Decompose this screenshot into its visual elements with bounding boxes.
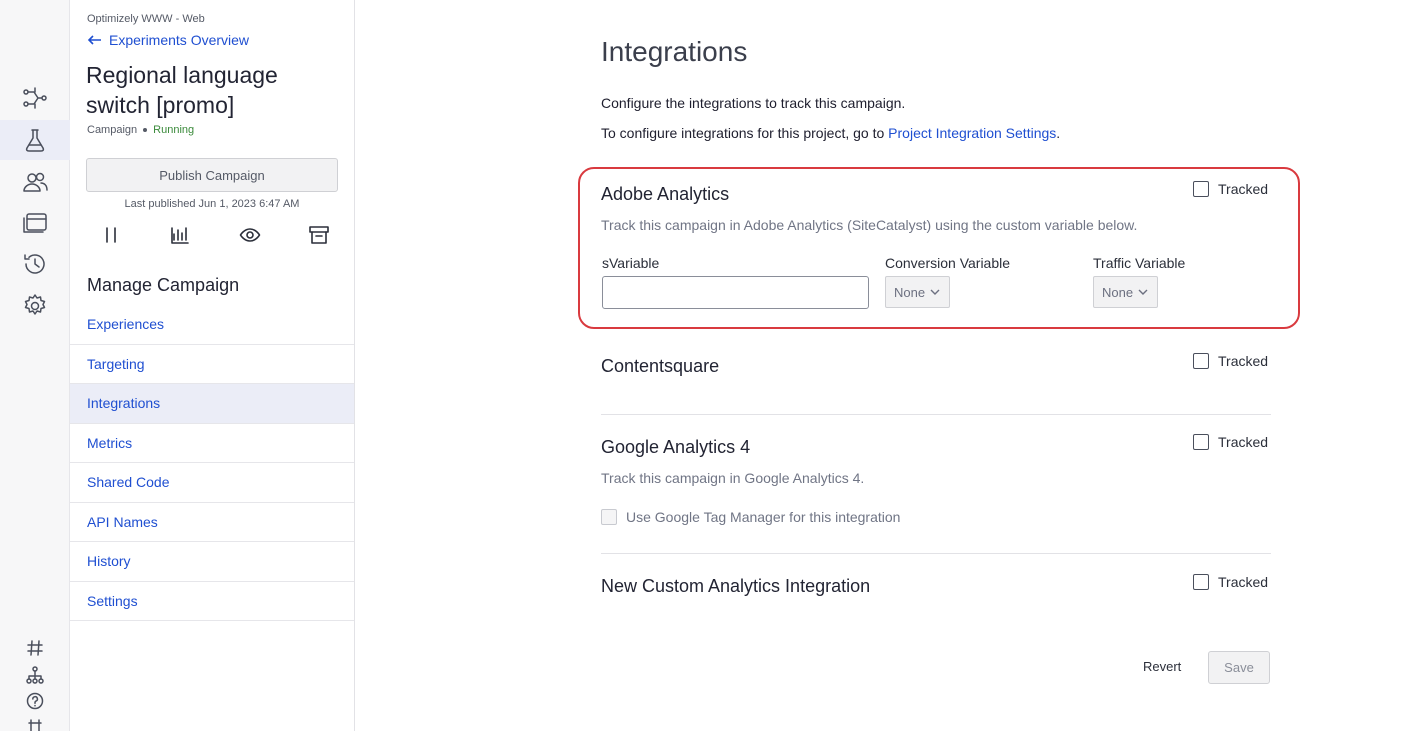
integration-description-adobe: Track this campaign in Adobe Analytics (… (601, 217, 1138, 233)
tracked-checkbox-ga4[interactable]: Tracked (1193, 434, 1268, 450)
tracked-label: Tracked (1218, 353, 1269, 369)
tracked-checkbox-adobe[interactable]: Tracked (1193, 181, 1268, 197)
pause-icon (106, 227, 116, 243)
nav-item-metrics[interactable]: Metrics (70, 424, 354, 463)
publish-campaign-button[interactable]: Publish Campaign (86, 158, 338, 192)
project-settings-prefix: To configure integrations for this proje… (601, 125, 885, 141)
settings-icon[interactable] (0, 286, 70, 326)
project-settings-text: To configure integrations for this proje… (601, 125, 1060, 141)
traffic-variable-label: Traffic Variable (1093, 255, 1186, 271)
icon-rail (0, 0, 70, 731)
intro-text: Configure the integrations to track this… (601, 95, 906, 111)
integration-title-contentsquare: Contentsquare (601, 356, 720, 376)
nav-item-experiences[interactable]: Experiences (70, 305, 354, 345)
chevron-down-icon (930, 289, 940, 295)
integration-title-custom: New Custom Analytics Integration (601, 576, 871, 596)
conversion-variable-value: None (894, 284, 926, 300)
checkbox[interactable] (1193, 181, 1209, 197)
conversion-variable-label: Conversion Variable (885, 255, 1011, 271)
nav-item-integrations[interactable]: Integrations (70, 384, 354, 424)
integration-title-adobe: Adobe Analytics (601, 184, 730, 204)
campaign-nav: Experiences Targeting Integrations Metri… (70, 305, 354, 621)
tracked-label: Tracked (1218, 181, 1269, 197)
conversion-variable-select[interactable]: None (885, 276, 951, 308)
eye-icon (239, 228, 260, 242)
gtm-checkbox[interactable]: Use Google Tag Manager for this integrat… (601, 509, 900, 525)
main-content: Integrations Configure the integrations … (356, 0, 1423, 731)
integration-description-ga4: Track this campaign in Google Analytics … (601, 470, 865, 486)
manage-campaign-heading: Manage Campaign (87, 275, 240, 295)
checkbox[interactable] (1193, 574, 1209, 590)
nav-item-history[interactable]: History (70, 542, 354, 582)
page-title: Integrations (601, 36, 748, 67)
save-button[interactable]: Save (1208, 651, 1270, 684)
hash-icon[interactable] (0, 637, 70, 659)
archive-button[interactable] (306, 222, 332, 248)
status-badge: Running (153, 124, 195, 136)
checkbox[interactable] (601, 509, 617, 525)
tracked-checkbox-custom[interactable]: Tracked (1193, 574, 1268, 590)
last-published-text: Last published Jun 1, 2023 6:47 AM (124, 198, 300, 210)
plugin-icon[interactable] (0, 716, 70, 731)
checkbox[interactable] (1193, 353, 1209, 369)
flask-icon[interactable] (0, 120, 70, 160)
tracked-label: Tracked (1218, 434, 1269, 450)
svariable-input[interactable] (602, 276, 869, 309)
traffic-variable-select[interactable]: None (1093, 276, 1159, 308)
nav-item-settings[interactable]: Settings (70, 582, 354, 621)
campaign-sidebar: Optimizely WWW - Web Experiments Overvie… (70, 0, 355, 731)
back-to-experiments-link[interactable]: Experiments Overview (87, 32, 249, 48)
project-name: Optimizely WWW - Web (87, 13, 205, 25)
divider (601, 553, 1271, 554)
checkbox[interactable] (1193, 434, 1209, 450)
tracked-checkbox-contentsquare[interactable]: Tracked (1193, 353, 1268, 369)
campaign-meta: Campaign Running (87, 124, 194, 136)
revert-button[interactable]: Revert (1143, 659, 1181, 674)
back-link-label: Experiments Overview (109, 32, 250, 48)
gtm-label: Use Google Tag Manager for this integrat… (626, 509, 901, 525)
project-settings-suffix: . (1056, 125, 1061, 141)
audiences-icon[interactable] (0, 162, 70, 202)
campaign-title: Regional language switch [promo] (86, 62, 278, 118)
divider (601, 414, 1271, 415)
flow-icon[interactable] (0, 78, 70, 118)
arrow-left-icon (87, 35, 101, 45)
campaign-type: Campaign (87, 124, 138, 136)
preview-button[interactable] (237, 222, 263, 248)
pause-button[interactable] (98, 222, 124, 248)
separator-dot (143, 128, 148, 132)
results-button[interactable] (167, 222, 193, 248)
pages-icon[interactable] (0, 203, 70, 243)
project-integration-settings-link[interactable]: Project Integration Settings (888, 125, 1056, 141)
help-icon[interactable] (0, 690, 70, 712)
archive-icon (309, 226, 329, 244)
nav-item-api-names[interactable]: API Names (70, 503, 354, 542)
integration-title-ga4: Google Analytics 4 (601, 437, 751, 457)
history-icon[interactable] (0, 244, 70, 284)
svariable-label: sVariable (602, 255, 660, 271)
campaign-actions (98, 222, 332, 248)
nav-item-targeting[interactable]: Targeting (70, 345, 354, 384)
traffic-variable-value: None (1102, 284, 1134, 300)
chart-icon (171, 227, 190, 244)
chevron-down-icon (1138, 289, 1148, 295)
sitemap-icon[interactable] (0, 664, 70, 686)
tracked-label: Tracked (1218, 574, 1269, 590)
nav-item-shared-code[interactable]: Shared Code (70, 463, 354, 503)
